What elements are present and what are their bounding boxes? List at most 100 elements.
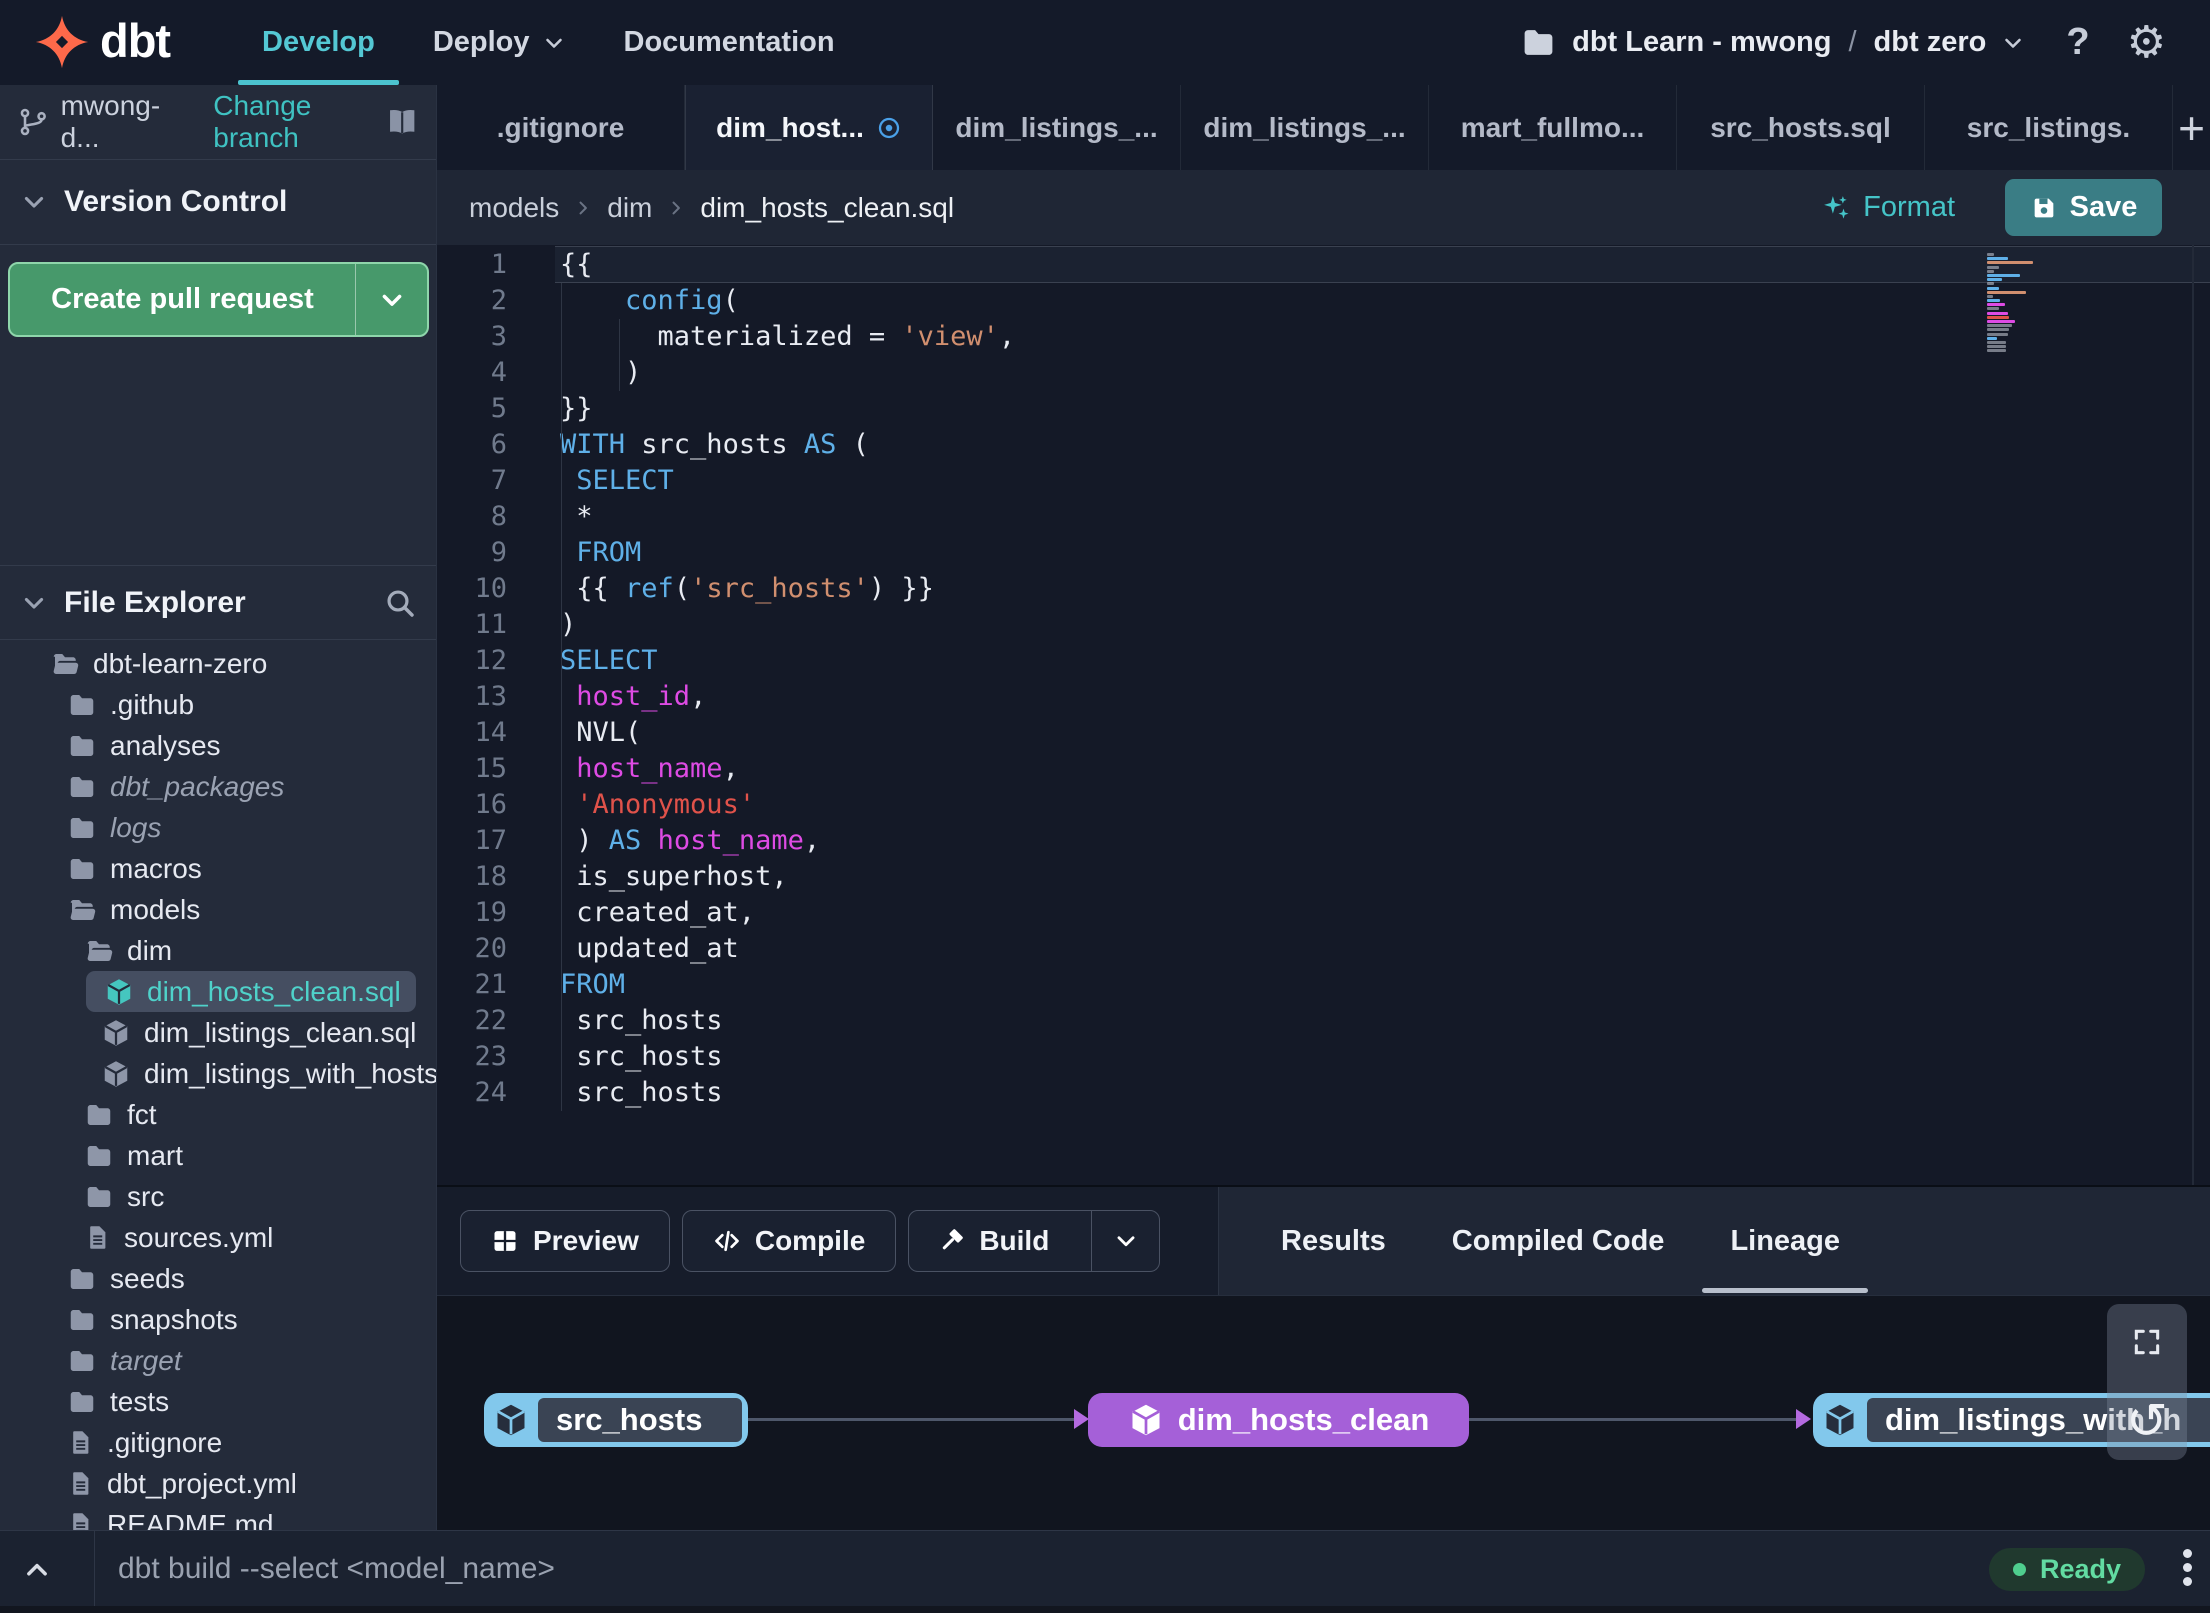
folder-icon <box>67 854 97 884</box>
compile-button[interactable]: Compile <box>681 1210 897 1272</box>
save-button[interactable]: Save <box>2005 179 2162 236</box>
build-dropdown[interactable] <box>1091 1211 1159 1271</box>
code-line[interactable]: 16 'Anonymous' <box>437 787 2210 823</box>
tab-label: dim_listings_... <box>955 111 1158 143</box>
code-line[interactable]: 15 host_name, <box>437 751 2210 787</box>
search-icon[interactable] <box>384 587 416 619</box>
tab-dim-listings[interactable]: dim_listings_... <box>1181 85 1429 170</box>
code-line[interactable]: 17 ) AS host_name, <box>437 823 2210 859</box>
tree-item-dim-hosts-clean-sql[interactable]: dim_hosts_clean.sql <box>86 971 416 1012</box>
kebab-menu-icon[interactable] <box>2183 1549 2192 1586</box>
help-button[interactable]: ? <box>2066 21 2089 64</box>
panel-tab-lineage[interactable]: Lineage <box>1702 1187 1868 1295</box>
nav-item-develop[interactable]: Develop <box>238 0 399 85</box>
format-button[interactable]: Format <box>1821 170 1955 245</box>
panel-tab-results[interactable]: Results <box>1281 1187 1386 1295</box>
code-line[interactable]: 12 SELECT <box>437 643 2210 679</box>
tree-item-models[interactable]: models <box>0 889 436 930</box>
create-pull-request-button[interactable]: Create pull request <box>8 262 429 337</box>
settings-gear-icon[interactable]: ⚙ <box>2127 20 2166 65</box>
change-branch-link[interactable]: Change branch <box>213 90 385 154</box>
tree-item-sources-yml[interactable]: sources.yml <box>0 1217 436 1258</box>
tab-dim-listings[interactable]: dim_listings_... <box>933 85 1181 170</box>
tree-item-dbt-learn-zero[interactable]: dbt-learn-zero <box>0 643 436 684</box>
pull-request-dropdown[interactable] <box>355 264 427 335</box>
nav-item-documentation[interactable]: Documentation <box>624 0 835 85</box>
panel-tab-compiled-code[interactable]: Compiled Code <box>1452 1187 1665 1295</box>
tab-gitignore[interactable]: .gitignore <box>437 85 685 170</box>
nav-item-deploy[interactable]: Deploy <box>433 0 566 85</box>
code-line[interactable]: 4 ) <box>437 355 2210 391</box>
file-explorer-header[interactable]: File Explorer <box>0 565 436 640</box>
build-main[interactable]: Build <box>909 1211 1077 1271</box>
tree-item-snapshots[interactable]: snapshots <box>0 1299 436 1340</box>
chevron-down-icon[interactable] <box>2001 31 2025 55</box>
code-editor[interactable]: 1{{2 config(3 materialized = 'view', 4 ) 5… <box>437 245 2210 1185</box>
lineage-canvas[interactable]: src_hosts dim_hosts_clean dim_listings_w… <box>437 1295 2210 1530</box>
code-line[interactable]: 1 {{ <box>437 247 2210 283</box>
lineage-node-src-hosts[interactable]: src_hosts <box>484 1393 748 1447</box>
tree-item-readme-md[interactable]: README.md <box>0 1504 436 1530</box>
tree-item-seeds[interactable]: seeds <box>0 1258 436 1299</box>
breadcrumb-item[interactable]: dim_hosts_clean.sql <box>700 192 954 224</box>
tree-item-target[interactable]: target <box>0 1340 436 1381</box>
code-line[interactable]: 6 WITH src_hosts AS ( <box>437 427 2210 463</box>
code-line[interactable]: 7 SELECT <box>437 463 2210 499</box>
edge-arrowhead-icon <box>1796 1409 1811 1429</box>
build-button[interactable]: Build <box>908 1210 1161 1272</box>
editor-scrollbar[interactable] <box>2192 245 2194 1185</box>
tree-item-dim-listings-with-hosts[interactable]: dim_listings_with_hosts... <box>0 1053 436 1094</box>
chevron-up-icon[interactable] <box>22 1555 52 1585</box>
refresh-icon[interactable]: ↺ <box>2107 1396 2187 1446</box>
preview-button[interactable]: Preview <box>460 1210 670 1272</box>
tree-item-logs[interactable]: logs <box>0 807 436 848</box>
version-control-header[interactable]: Version Control <box>0 160 436 245</box>
tree-item-github[interactable]: .github <box>0 684 436 725</box>
breadcrumb-item[interactable]: dim <box>607 192 652 224</box>
account-name[interactable]: dbt Learn - mwong <box>1572 26 1831 59</box>
project-name[interactable]: dbt zero <box>1874 26 1987 59</box>
tree-item-fct[interactable]: fct <box>0 1094 436 1135</box>
tree-item-src[interactable]: src <box>0 1176 436 1217</box>
code-line[interactable]: 24 src_hosts <box>437 1075 2210 1111</box>
code-line[interactable]: 18 is_superhost, <box>437 859 2210 895</box>
minimap[interactable] <box>1987 253 2035 354</box>
code-line[interactable]: 3 materialized = 'view', <box>437 319 2210 355</box>
tree-item-analyses[interactable]: analyses <box>0 725 436 766</box>
tab-dim-host[interactable]: dim_host... <box>685 85 933 170</box>
command-input[interactable] <box>116 1531 1616 1607</box>
code-line[interactable]: 5}} <box>437 391 2210 427</box>
code-line[interactable]: 23 src_hosts <box>437 1039 2210 1075</box>
tab-src-listings[interactable]: src_listings. <box>1925 85 2173 170</box>
code-line[interactable]: 2 config( <box>437 283 2210 319</box>
tree-item-mart[interactable]: mart <box>0 1135 436 1176</box>
code-line[interactable]: 14 NVL( <box>437 715 2210 751</box>
code-line[interactable]: 9 FROM <box>437 535 2210 571</box>
fullscreen-icon[interactable] <box>2131 1326 2163 1358</box>
minimap-line <box>1987 328 2009 332</box>
lineage-node-dim-hosts-clean[interactable]: dim_hosts_clean <box>1088 1393 1469 1447</box>
tab-mart-fullmo[interactable]: mart_fullmo... <box>1429 85 1677 170</box>
code-line[interactable]: 20 updated_at <box>437 931 2210 967</box>
tree-item-dim-listings-clean-sql[interactable]: dim_listings_clean.sql <box>0 1012 436 1053</box>
new-tab-button[interactable]: + <box>2173 85 2210 170</box>
code-line[interactable]: 19 created_at, <box>437 895 2210 931</box>
dbt-logo-icon[interactable] <box>34 14 90 70</box>
code-line[interactable]: 13 host_id, <box>437 679 2210 715</box>
tab-src-hosts-sql[interactable]: src_hosts.sql <box>1677 85 1925 170</box>
code-line[interactable]: 10 {{ ref('src_hosts') }} <box>437 571 2210 607</box>
create-pull-request-label[interactable]: Create pull request <box>10 264 355 335</box>
tree-item-dbt-project-yml[interactable]: dbt_project.yml <box>0 1463 436 1504</box>
tree-item-macros[interactable]: macros <box>0 848 436 889</box>
tree-item-dbt-packages[interactable]: dbt_packages <box>0 766 436 807</box>
code-line[interactable]: 22 src_hosts <box>437 1003 2210 1039</box>
tree-item-gitignore[interactable]: .gitignore <box>0 1422 436 1463</box>
tree-item-dim[interactable]: dim <box>0 930 436 971</box>
code-line[interactable]: 8 * <box>437 499 2210 535</box>
code-token: ) }} <box>868 573 934 604</box>
breadcrumb-item[interactable]: models <box>469 192 559 224</box>
code-line[interactable]: 21 FROM <box>437 967 2210 1003</box>
code-line[interactable]: 11) <box>437 607 2210 643</box>
docs-book-icon[interactable] <box>386 104 418 140</box>
tree-item-tests[interactable]: tests <box>0 1381 436 1422</box>
